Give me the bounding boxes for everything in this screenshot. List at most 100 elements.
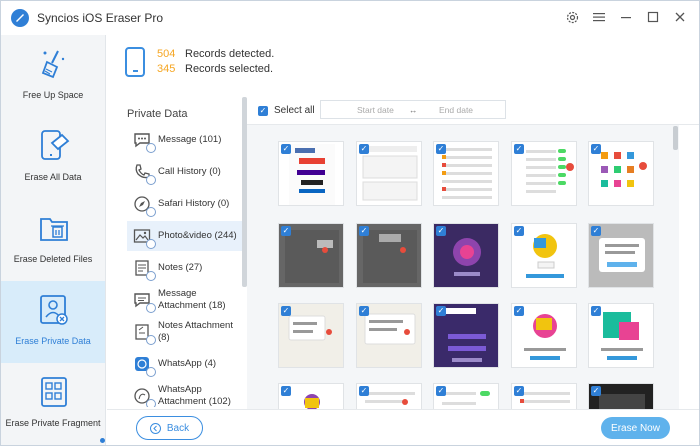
photo-checkbox[interactable]: ✓ xyxy=(281,306,291,316)
phone-eraser-icon xyxy=(41,130,70,160)
detected-label: Records detected. xyxy=(185,48,275,60)
sidebar-item-erase-all-data[interactable]: Erase All Data xyxy=(1,117,105,199)
erase-now-button[interactable]: Erase Now xyxy=(601,417,670,439)
category-notes-attachment[interactable]: Notes Attachment (8) xyxy=(127,317,245,347)
category-label: Safari History (0) xyxy=(158,198,230,209)
category-checkbox[interactable] xyxy=(146,175,156,185)
photo-thumbnail[interactable]: ✓ xyxy=(278,383,344,409)
category-checkbox[interactable] xyxy=(146,367,156,377)
category-checkbox[interactable] xyxy=(146,335,156,345)
device-phone-icon xyxy=(125,47,145,77)
back-button-label: Back xyxy=(166,422,190,434)
photo-thumbnail[interactable]: ✓ xyxy=(511,223,577,288)
photo-checkbox[interactable]: ✓ xyxy=(281,386,291,396)
photo-thumbnail[interactable]: ✓ xyxy=(356,303,422,368)
private-user-icon xyxy=(40,295,68,325)
sidebar-item-label: Erase Deleted Files xyxy=(13,254,93,264)
photo-checkbox[interactable]: ✓ xyxy=(514,386,524,396)
photo-checkbox[interactable]: ✓ xyxy=(281,226,291,236)
photo-checkbox[interactable]: ✓ xyxy=(436,226,446,236)
app-window: Syncios iOS Eraser Pro Free Up Space Era… xyxy=(0,0,700,446)
photo-thumbnail[interactable]: ✓ xyxy=(433,141,499,206)
photo-checkbox[interactable]: ✓ xyxy=(281,144,291,154)
sidebar-item-erase-private-data[interactable]: Erase Private Data xyxy=(1,281,105,363)
photo-grid: ✓ ✓ ✓ ✓ ✓ ✓ ✓ ✓ ✓ ✓ ✓ ✓ ✓ ✓ ✓ ✓ ✓ ✓ ✓ ✓ xyxy=(247,125,679,409)
category-whatsapp-attachment[interactable]: WhatsApp Attachment (102) xyxy=(127,381,245,407)
category-checkbox[interactable] xyxy=(146,399,156,407)
notes-attachment-icon xyxy=(133,323,156,345)
select-all-checkbox[interactable]: ✓ xyxy=(258,106,268,116)
message-attachment-icon xyxy=(133,291,156,313)
sidebar-item-erase-deleted-files[interactable]: Erase Deleted Files xyxy=(1,199,105,281)
photo-thumbnail[interactable]: ✓ xyxy=(278,141,344,206)
sidebar-item-erase-private-fragment[interactable]: Erase Private Fragment xyxy=(1,363,105,445)
close-icon[interactable] xyxy=(673,10,687,24)
photo-checkbox[interactable]: ✓ xyxy=(591,144,601,154)
photo-checkbox[interactable]: ✓ xyxy=(514,144,524,154)
date-range-filter[interactable]: Start date ↔ End date xyxy=(320,100,506,119)
photo-checkbox[interactable]: ✓ xyxy=(359,386,369,396)
select-all-label: Select all xyxy=(274,105,315,116)
app-title: Syncios iOS Eraser Pro xyxy=(37,11,164,25)
sidebar: Free Up Space Erase All Data Erase Delet… xyxy=(1,35,106,445)
category-safari-history[interactable]: Safari History (0) xyxy=(127,189,245,219)
photo-thumbnail[interactable]: ✓ xyxy=(433,383,499,409)
photo-thumbnail[interactable]: ✓ xyxy=(278,303,344,368)
category-message-attachment[interactable]: Message Attachment (18) xyxy=(127,285,245,315)
photo-checkbox[interactable]: ✓ xyxy=(591,226,601,236)
whatsapp-attachment-icon xyxy=(133,387,156,407)
end-date-field[interactable]: End date xyxy=(439,105,473,115)
category-checkbox[interactable] xyxy=(146,239,156,249)
photo-thumbnail[interactable]: ✓ xyxy=(588,223,654,288)
photo-thumbnail[interactable]: ✓ xyxy=(588,383,654,409)
photo-checkbox[interactable]: ✓ xyxy=(359,226,369,236)
photo-thumbnail[interactable]: ✓ xyxy=(356,141,422,206)
phone-icon xyxy=(133,163,156,185)
photo-thumbnail[interactable]: ✓ xyxy=(511,303,577,368)
photo-thumbnail[interactable]: ✓ xyxy=(588,141,654,206)
category-checkbox[interactable] xyxy=(146,303,156,313)
back-button[interactable]: Back xyxy=(136,416,203,440)
category-checkbox[interactable] xyxy=(146,207,156,217)
sidebar-item-label: Erase All Data xyxy=(24,172,82,182)
category-checkbox[interactable] xyxy=(146,271,156,281)
photo-checkbox[interactable]: ✓ xyxy=(359,144,369,154)
minimize-icon[interactable] xyxy=(619,10,633,24)
photo-thumbnail[interactable]: ✓ xyxy=(356,223,422,288)
category-notes[interactable]: Notes (27) xyxy=(127,253,245,283)
photo-thumbnail[interactable]: ✓ xyxy=(433,303,499,368)
photo-checkbox[interactable]: ✓ xyxy=(436,306,446,316)
category-call-history[interactable]: Call History (0) xyxy=(127,157,245,187)
photo-checkbox[interactable]: ✓ xyxy=(436,144,446,154)
photo-checkbox[interactable]: ✓ xyxy=(359,306,369,316)
photo-thumbnail[interactable]: ✓ xyxy=(511,383,577,409)
records-detected: 504 Records detected. xyxy=(157,48,274,60)
category-checkbox[interactable] xyxy=(146,143,156,153)
maximize-icon[interactable] xyxy=(646,10,660,24)
detected-count: 504 xyxy=(157,48,176,60)
sidebar-item-free-up-space[interactable]: Free Up Space xyxy=(1,35,105,117)
sidebar-item-label: Erase Private Data xyxy=(15,336,91,346)
records-selected: 345 Records selected. xyxy=(157,63,273,75)
gear-icon[interactable] xyxy=(565,10,579,24)
category-message[interactable]: Message (101) xyxy=(127,125,245,155)
photo-checkbox[interactable]: ✓ xyxy=(514,306,524,316)
notes-icon xyxy=(133,259,156,281)
category-photo-video[interactable]: Photo&video (244) xyxy=(127,221,245,251)
photo-grid-scrollbar[interactable] xyxy=(673,126,678,150)
category-whatsapp[interactable]: WhatsApp (4) xyxy=(127,349,245,379)
photo-thumbnail[interactable]: ✓ xyxy=(278,223,344,288)
menu-icon[interactable] xyxy=(592,10,606,24)
photo-checkbox[interactable]: ✓ xyxy=(591,306,601,316)
photo-thumbnail[interactable]: ✓ xyxy=(433,223,499,288)
photo-checkbox[interactable]: ✓ xyxy=(436,386,446,396)
photo-thumbnail[interactable]: ✓ xyxy=(356,383,422,409)
category-label: Message (101) xyxy=(158,134,222,145)
photo-thumbnail[interactable]: ✓ xyxy=(588,303,654,368)
photo-checkbox[interactable]: ✓ xyxy=(514,226,524,236)
photo-thumbnail[interactable]: ✓ xyxy=(511,141,577,206)
footer: Back Erase Now xyxy=(107,409,699,445)
category-label: Notes Attachment (8) xyxy=(158,320,233,343)
photo-checkbox[interactable]: ✓ xyxy=(591,386,601,396)
start-date-field[interactable]: Start date xyxy=(357,105,394,115)
